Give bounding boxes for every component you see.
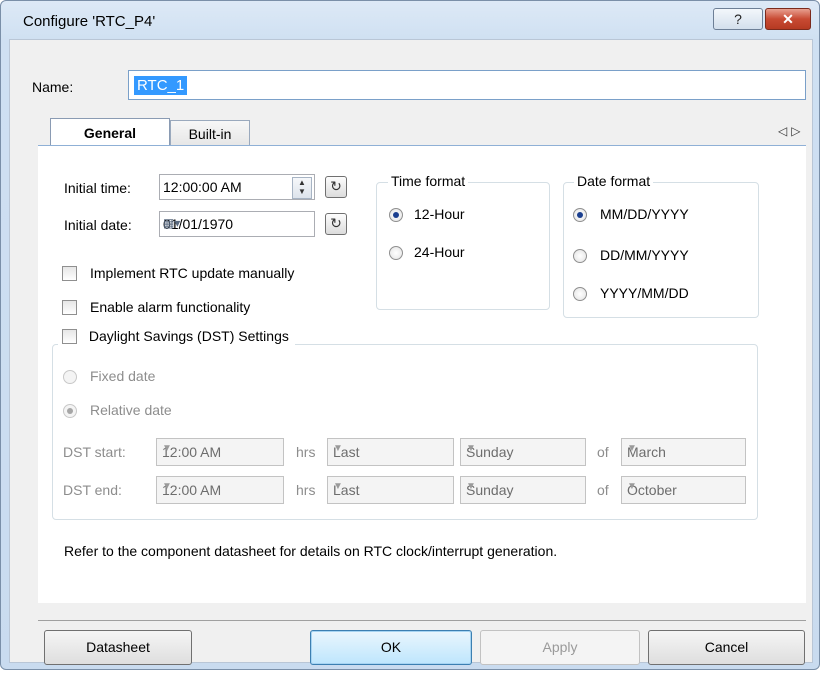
enable-alarm-checkbox[interactable] <box>62 300 77 315</box>
dst-end-day-select[interactable]: Sunday ▼ <box>460 476 586 504</box>
radio-fixed-date-label: Fixed date <box>90 368 156 384</box>
chevron-down-icon: ▼ <box>333 481 343 492</box>
dst-end-label: DST end: <box>63 482 122 498</box>
name-input[interactable]: RTC_1 <box>128 70 806 100</box>
refresh-icon: ↻ <box>330 215 342 231</box>
datasheet-button[interactable]: Datasheet <box>44 630 192 665</box>
initial-time-value: 12:00:00 AM <box>163 179 242 195</box>
button-separator <box>38 620 806 621</box>
initial-time-input[interactable]: 12:00:00 AM ▲ ▼ <box>159 174 315 200</box>
tab-scroll-right-icon[interactable]: ▷ <box>791 124 804 138</box>
help-button[interactable]: ? <box>713 8 763 30</box>
ok-button[interactable]: OK <box>310 630 472 665</box>
radio-ddmmyyyy-label: DD/MM/YYYY <box>600 247 689 263</box>
dst-title: Daylight Savings (DST) Settings <box>58 326 295 347</box>
dst-end-month-select[interactable]: October ▼ <box>621 476 746 504</box>
dst-start-label: DST start: <box>63 444 126 460</box>
initial-time-label: Initial time: <box>64 180 131 196</box>
dst-end-week-select[interactable]: Last ▼ <box>327 476 454 504</box>
radio-fixed-date[interactable] <box>63 370 77 384</box>
reset-time-button[interactable]: ↻ <box>325 176 347 198</box>
radio-12-hour[interactable] <box>389 208 403 222</box>
datasheet-note: Refer to the component datasheet for det… <box>64 543 558 559</box>
radio-24-hour-label: 24-Hour <box>414 244 465 260</box>
implement-manual-checkbox[interactable] <box>62 266 77 281</box>
window-title: Configure 'RTC_P4' <box>23 13 156 30</box>
chevron-down-icon: ▼ <box>466 481 476 492</box>
name-label: Name: <box>32 79 74 95</box>
apply-button[interactable]: Apply <box>480 630 640 665</box>
reset-date-button[interactable]: ↻ <box>325 213 347 235</box>
dst-start-month-select[interactable]: March ▼ <box>621 438 746 466</box>
close-button[interactable]: ✕ <box>765 8 811 30</box>
tab-scroll-arrows[interactable]: ◁▷ <box>778 124 804 138</box>
title-bar[interactable]: Configure 'RTC_P4' ? ✕ <box>1 1 819 39</box>
dst-end-hrs-label: hrs <box>296 482 316 498</box>
tab-built-in[interactable]: Built-in <box>170 120 250 146</box>
implement-manual-label: Implement RTC update manually <box>90 265 295 281</box>
date-format-title: Date format <box>574 173 654 189</box>
cancel-button[interactable]: Cancel <box>648 630 805 665</box>
chevron-down-icon: ▼ <box>162 481 172 492</box>
radio-12-hour-label: 12-Hour <box>414 206 465 222</box>
initial-date-input[interactable]: 01/01/1970 ▦▾ <box>159 211 315 237</box>
enable-alarm-label: Enable alarm functionality <box>90 299 251 315</box>
dst-checkbox[interactable] <box>62 328 77 344</box>
calendar-dropdown-icon[interactable]: ▦▾ <box>163 216 310 230</box>
radio-mmddyyyy-label: MM/DD/YYYY <box>600 206 689 222</box>
name-value: RTC_1 <box>134 76 188 95</box>
chevron-down-icon: ▼ <box>627 443 637 454</box>
radio-yyyymmdd[interactable] <box>573 287 587 301</box>
dst-start-day-select[interactable]: Sunday ▼ <box>460 438 586 466</box>
chevron-down-icon: ▼ <box>627 481 637 492</box>
radio-ddmmyyyy[interactable] <box>573 249 587 263</box>
time-spinner-icon[interactable]: ▲ ▼ <box>292 177 312 199</box>
refresh-icon: ↻ <box>330 178 342 194</box>
dst-end-of-label: of <box>597 482 609 498</box>
chevron-down-icon: ▼ <box>162 443 172 454</box>
dst-start-time-select[interactable]: 12:00 AM ▼ <box>156 438 284 466</box>
radio-mmddyyyy[interactable] <box>573 208 587 222</box>
radio-relative-date[interactable] <box>63 404 77 418</box>
tab-general[interactable]: General <box>50 118 170 146</box>
time-format-title: Time format <box>388 173 469 189</box>
dst-start-week-select[interactable]: Last ▼ <box>327 438 454 466</box>
tab-scroll-left-icon[interactable]: ◁ <box>778 124 791 138</box>
chevron-down-icon: ▼ <box>466 443 476 454</box>
chevron-down-icon: ▼ <box>333 443 343 454</box>
radio-24-hour[interactable] <box>389 246 403 260</box>
radio-yyyymmdd-label: YYYY/MM/DD <box>600 285 689 301</box>
dst-label: Daylight Savings (DST) Settings <box>88 328 289 344</box>
radio-relative-date-label: Relative date <box>90 402 172 418</box>
initial-date-label: Initial date: <box>64 217 132 233</box>
dst-start-hrs-label: hrs <box>296 444 316 460</box>
dst-start-of-label: of <box>597 444 609 460</box>
dst-end-time-select[interactable]: 12:00 AM ▼ <box>156 476 284 504</box>
